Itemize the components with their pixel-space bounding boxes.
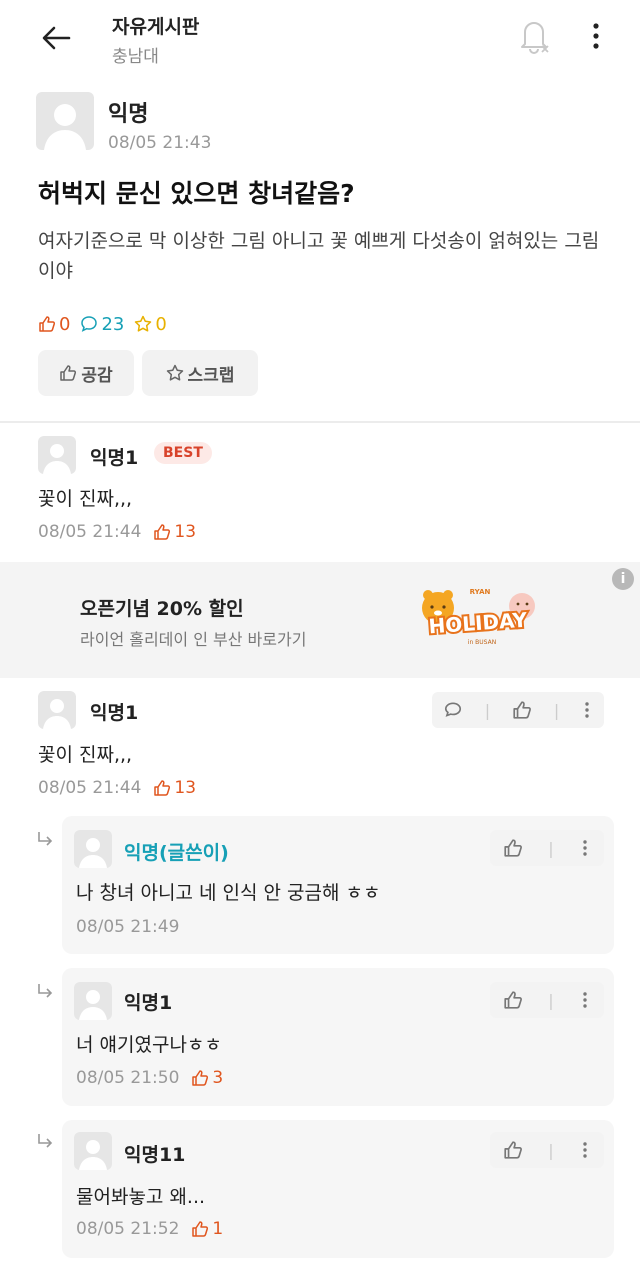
like-button[interactable]: 공감 <box>38 350 134 396</box>
ad-banner[interactable]: 오픈기념 20% 할인 라이언 홀리데이 인 부산 바로가기 i RYAN HO… <box>0 562 640 678</box>
school-name: 충남대 <box>112 47 159 67</box>
reply-arrow-icon <box>38 1134 53 1148</box>
thumb-up-icon[interactable] <box>503 1140 523 1160</box>
thumb-up-icon[interactable] <box>512 700 532 720</box>
thumb-up-icon[interactable] <box>503 990 523 1010</box>
comment-likes: 13 <box>153 522 196 542</box>
reply-text: 물어봐놓고 왜... <box>76 1186 206 1208</box>
reply-date: 08/05 21:50 <box>76 1068 180 1088</box>
like-button-label: 공감 <box>81 365 113 386</box>
reply-date: 08/05 21:49 <box>76 917 180 937</box>
scrap-button[interactable]: 스크랩 <box>142 350 258 396</box>
post-title: 허벅지 문신 있으면 창녀같음? <box>38 179 355 208</box>
best-badge: BEST <box>154 442 212 464</box>
thumb-up-icon <box>60 365 77 381</box>
comment-actions: | | <box>432 692 604 728</box>
comment-likes: 13 <box>153 778 196 798</box>
board-title: 자유게시판 <box>112 16 200 38</box>
thumb-up-icon <box>192 1221 209 1237</box>
ad-title: 오픈기념 20% 할인 <box>80 598 244 620</box>
comment-meta: 08/05 21:44 13 <box>38 778 196 798</box>
app-header: 자유게시판 충남대 <box>0 0 640 80</box>
comment-text: 꽃이 진짜,,, <box>38 488 133 510</box>
thumb-up-icon[interactable] <box>503 838 523 858</box>
reply-arrow-icon <box>38 832 53 846</box>
avatar <box>38 691 76 729</box>
comment-author: 익명1 <box>90 447 139 469</box>
thumb-up-icon <box>154 524 171 540</box>
comment-count-value: 23 <box>101 313 125 335</box>
default-avatar-icon <box>43 444 71 474</box>
reply-likes: 3 <box>191 1068 223 1088</box>
reply-author-writer: 익명(글쓴이) <box>124 842 229 864</box>
kebab-icon <box>593 23 599 49</box>
reply-meta: 08/05 21:49 <box>76 917 179 937</box>
star-icon <box>135 315 152 332</box>
kebab-icon[interactable] <box>579 1140 591 1160</box>
reply-text: 나 창녀 아니고 네 인식 안 궁금해 ㅎㅎ <box>76 882 381 904</box>
post-stats: 0 23 0 <box>38 312 177 336</box>
like-count-value: 0 <box>59 313 71 335</box>
holiday-logo: RYAN HOLIDAY in BUSAN <box>422 588 535 646</box>
ad-subtitle: 라이언 홀리데이 인 부산 바로가기 <box>80 630 307 649</box>
default-avatar-icon <box>43 699 71 729</box>
star-icon <box>166 364 183 381</box>
back-button[interactable] <box>32 18 80 58</box>
post-author: 익명 <box>108 102 149 127</box>
reply-actions: | <box>490 1132 604 1168</box>
kebab-icon[interactable] <box>581 700 593 720</box>
divider <box>0 421 640 423</box>
bell-off-icon <box>521 22 549 54</box>
comment-likes-value: 13 <box>174 522 197 542</box>
info-icon[interactable]: i <box>612 568 634 590</box>
avatar <box>74 982 112 1020</box>
comment-date: 08/05 21:44 <box>38 778 142 798</box>
reply-likes: 1 <box>191 1219 223 1239</box>
more-menu-button[interactable] <box>584 18 608 54</box>
reply-date: 08/05 21:52 <box>76 1219 180 1239</box>
reply-meta: 08/05 21:52 1 <box>76 1219 223 1239</box>
comment-meta: 08/05 21:44 13 <box>38 522 196 542</box>
comment-text: 꽃이 진짜,,, <box>38 744 133 766</box>
kebab-icon[interactable] <box>579 990 591 1010</box>
default-avatar-icon <box>44 104 86 150</box>
post-body: 여자기준으로 막 이상한 그림 아니고 꽃 예쁘게 다섯송이 얽혀있는 그림이야 <box>38 230 600 282</box>
avatar <box>74 1132 112 1170</box>
notification-toggle[interactable] <box>516 16 552 56</box>
default-avatar-icon <box>79 1140 107 1170</box>
reply-text: 너 얘기였구나ㅎㅎ <box>76 1034 222 1056</box>
reply-author: 익명11 <box>124 1144 186 1166</box>
thumb-up-icon <box>154 780 171 796</box>
comment-date: 08/05 21:44 <box>38 522 142 542</box>
logo-top-text: RYAN <box>470 588 491 596</box>
thumb-up-icon <box>192 1070 209 1086</box>
logo-bottom-text: in BUSAN <box>468 639 496 646</box>
scrap-button-label: 스크랩 <box>187 365 235 386</box>
like-count: 0 <box>38 314 70 335</box>
post-date: 08/05 21:43 <box>108 133 212 153</box>
scrap-count-value: 0 <box>155 313 167 335</box>
reply-actions: | <box>490 830 604 866</box>
comment-icon <box>81 316 98 332</box>
thumb-up-icon <box>39 316 56 332</box>
reply-likes-value: 1 <box>212 1219 224 1239</box>
reply-arrow-icon <box>38 984 53 998</box>
default-avatar-icon <box>79 838 107 868</box>
comment-count: 23 <box>80 314 124 335</box>
back-arrow-icon <box>42 26 71 50</box>
avatar <box>74 830 112 868</box>
comment-likes-value: 13 <box>174 778 197 798</box>
scrap-count: 0 <box>134 313 167 335</box>
kebab-icon[interactable] <box>579 838 591 858</box>
reply-meta: 08/05 21:50 3 <box>76 1068 223 1088</box>
default-avatar-icon <box>79 990 107 1020</box>
avatar <box>38 436 76 474</box>
reply-author: 익명1 <box>124 992 173 1014</box>
reply-actions: | <box>490 982 604 1018</box>
reply-likes-value: 3 <box>212 1068 224 1088</box>
avatar <box>36 92 94 150</box>
reply-comment-icon[interactable] <box>443 700 463 720</box>
comment-author: 익명1 <box>90 702 139 724</box>
